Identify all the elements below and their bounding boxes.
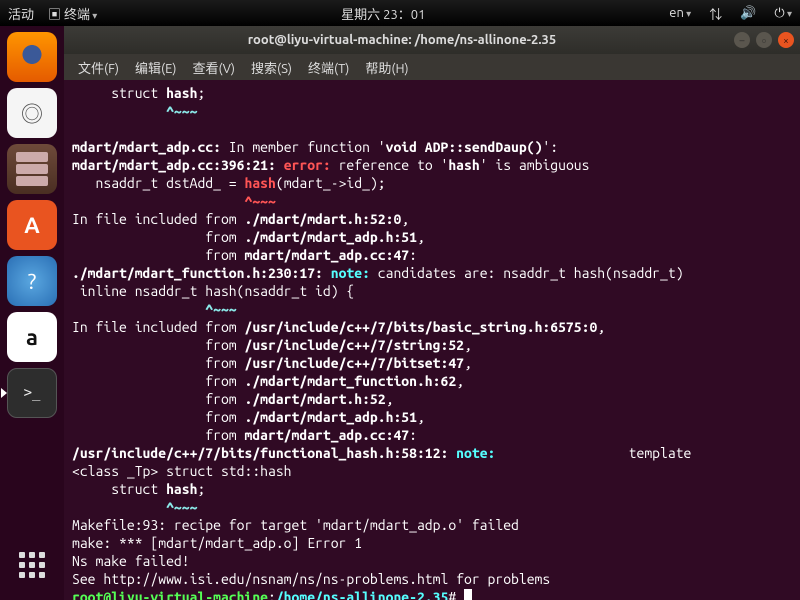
terminal-window: root@liyu-virtual-machine: /home/ns-alli… xyxy=(64,26,800,600)
power-icon[interactable]: ⏻ xyxy=(774,6,792,21)
dock-show-apps[interactable] xyxy=(7,540,57,590)
close-button[interactable]: × xyxy=(778,32,794,48)
cursor xyxy=(464,589,472,600)
menu-view[interactable]: 查看(V) xyxy=(187,56,241,79)
dock: ◎ A ? a >_ xyxy=(0,26,64,600)
maximize-button[interactable]: ▫ xyxy=(756,32,772,48)
dock-rhythmbox[interactable]: ◎ xyxy=(7,88,57,138)
dock-amazon[interactable]: a xyxy=(7,312,57,362)
dock-software[interactable]: A xyxy=(7,200,57,250)
network-icon[interactable]: ⇅ xyxy=(709,4,722,23)
gnome-top-bar: 活动 ▣ 终端 星期六 23：01 en ⇅ 🔊 ⏻ xyxy=(0,0,800,26)
activities-button[interactable]: 活动 xyxy=(8,4,34,23)
drawer-icon xyxy=(16,164,48,174)
bag-icon: A xyxy=(24,213,39,238)
sound-icon[interactable]: 🔊 xyxy=(740,6,756,21)
window-title: root@liyu-virtual-machine: /home/ns-alli… xyxy=(70,33,734,47)
menu-file[interactable]: 文件(F) xyxy=(72,56,125,79)
menubar: 文件(F) 编辑(E) 查看(V) 搜索(S) 终端(T) 帮助(H) xyxy=(64,54,800,80)
terminal-icon: >_ xyxy=(24,386,41,400)
appmenu-icon: ▣ xyxy=(48,8,64,22)
menu-edit[interactable]: 编辑(E) xyxy=(129,56,182,79)
window-titlebar[interactable]: root@liyu-virtual-machine: /home/ns-alli… xyxy=(64,26,800,54)
menu-search[interactable]: 搜索(S) xyxy=(245,56,298,79)
minimize-button[interactable]: – xyxy=(734,32,750,48)
prompt-user-host: root@liyu-virtual-machine xyxy=(72,589,268,600)
menu-terminal[interactable]: 终端(T) xyxy=(302,56,355,79)
dock-files[interactable] xyxy=(7,144,57,194)
input-source[interactable]: en xyxy=(669,6,691,20)
terminal-output[interactable]: struct hash; ^~~~ mdart/mdart_adp.cc: In… xyxy=(64,80,800,600)
menu-help[interactable]: 帮助(H) xyxy=(359,56,414,79)
apps-grid-icon xyxy=(19,552,45,578)
dock-firefox[interactable] xyxy=(7,32,57,82)
dock-help[interactable]: ? xyxy=(7,256,57,306)
speaker-icon: ◎ xyxy=(21,97,43,129)
amazon-icon: a xyxy=(26,325,38,350)
question-icon: ? xyxy=(28,269,37,294)
appmenu-button[interactable]: ▣ 终端 xyxy=(48,4,97,23)
clock[interactable]: 星期六 23：01 xyxy=(341,4,425,23)
dock-terminal[interactable]: >_ xyxy=(7,368,57,418)
prompt-cwd: /home/ns-allinone-2.35 xyxy=(276,589,448,600)
